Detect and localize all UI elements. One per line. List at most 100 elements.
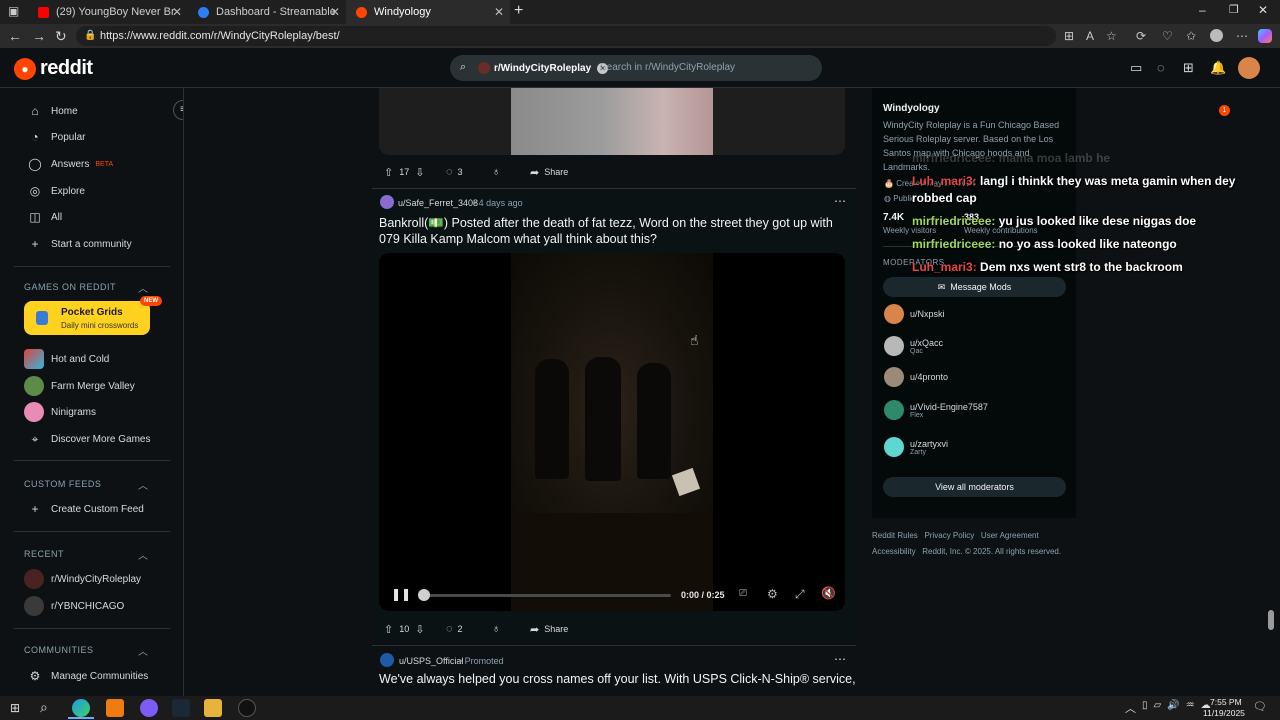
vlc-icon[interactable] xyxy=(106,699,124,717)
forward-icon[interactable]: → xyxy=(32,28,46,44)
sidebar-item-start-community[interactable]: + Start a community xyxy=(28,234,131,254)
share-button[interactable]: ➦ Share xyxy=(530,619,568,639)
windows-start-icon[interactable]: ⊞ xyxy=(10,701,20,715)
search-bar[interactable]: ⌕ r/WindyCityRoleplay ✕ Search in r/Wind… xyxy=(450,55,822,81)
moderator-item[interactable]: u/Nxpski xyxy=(884,302,945,326)
reddit-logo[interactable]: ● reddit xyxy=(14,57,93,80)
sidebar-item-answers[interactable]: ◯ Answers BETA xyxy=(28,154,113,174)
pause-icon[interactable]: ❚❚ xyxy=(391,587,411,601)
sidebar-item-popular[interactable]: ◔ Popular xyxy=(28,127,85,147)
sidebar-item-explore[interactable]: ◎ Explore xyxy=(28,181,85,201)
sidebar-item-all[interactable]: ◫ All xyxy=(28,207,62,227)
captions-icon[interactable]: ⎚ xyxy=(739,588,747,599)
favorite-star-icon[interactable]: ☆ xyxy=(1106,29,1117,43)
subreddit-filter-chip[interactable]: r/WindyCityRoleplay ✕ xyxy=(478,59,609,77)
app-available-icon[interactable]: ⊞ xyxy=(1064,29,1074,43)
comments-button[interactable]: ◌ 3 xyxy=(446,162,463,182)
game-ninigrams[interactable]: Ninigrams xyxy=(24,402,96,422)
chevron-up-icon[interactable]: ︿ xyxy=(138,477,148,492)
more-icon[interactable]: ⋯ xyxy=(1236,29,1248,43)
clock-date[interactable]: 11/19/2025 xyxy=(1203,708,1245,718)
messenger-icon[interactable] xyxy=(140,699,158,717)
sidebar-item-home[interactable]: ⌂ Home xyxy=(28,101,77,121)
mute-icon[interactable]: 🔇 xyxy=(821,586,836,600)
steam-icon[interactable] xyxy=(172,699,190,717)
video-player[interactable]: ❚❚ 0:00 / 0:25 ⎚ ⚙ ⤢ 🔇 xyxy=(379,253,845,611)
chevron-up-icon[interactable]: ︿ xyxy=(138,643,148,658)
search-icon[interactable]: ⌕ xyxy=(40,699,48,716)
moderator-item[interactable]: u/xQacc Qac xyxy=(884,334,943,358)
game-hot-and-cold[interactable]: Hot and Cold xyxy=(24,349,109,369)
address-bar[interactable]: 🔒 https://www.reddit.com/r/WindyCityRole… xyxy=(76,26,1056,46)
post-author[interactable]: u/USPS_Official xyxy=(399,656,463,666)
recent-windycityroleplay[interactable]: r/WindyCityRoleplay xyxy=(24,569,141,589)
close-window-icon[interactable]: ✕ xyxy=(1258,3,1268,17)
notification-icon[interactable]: 🔔 xyxy=(1210,60,1226,76)
back-icon[interactable]: ← xyxy=(8,28,22,44)
profile-icon[interactable] xyxy=(1210,29,1223,42)
ads-icon[interactable]: ▭ xyxy=(1130,60,1142,76)
footer-links-2[interactable]: Accessibility Reddit, Inc. © 2025. All r… xyxy=(872,547,1061,556)
view-all-moderators-button[interactable]: View all moderators xyxy=(883,477,1066,497)
extensions-icon[interactable]: ⟳ xyxy=(1136,29,1146,43)
create-custom-feed[interactable]: + Create Custom Feed xyxy=(28,499,143,519)
refresh-icon[interactable]: ↻ xyxy=(55,28,67,45)
site-info-icon[interactable]: 🔒 xyxy=(84,26,96,46)
settings-icon[interactable]: ⚙ xyxy=(767,587,778,601)
chevron-up-icon[interactable]: ︿ xyxy=(138,280,148,295)
award-button[interactable]: ♁ xyxy=(492,619,500,639)
post-title[interactable]: Bankroll(💵) Posted after the death of fa… xyxy=(379,215,849,247)
progress-bar[interactable] xyxy=(423,594,671,597)
new-tab-button[interactable]: + xyxy=(514,2,523,20)
award-button[interactable]: ♁ xyxy=(492,162,500,182)
copilot-icon[interactable] xyxy=(1258,29,1272,43)
post-author[interactable]: u/Safe_Ferret_3408 xyxy=(398,198,478,208)
discover-more-games[interactable]: ⌖ Discover More Games xyxy=(28,429,151,449)
close-icon[interactable]: ✕ xyxy=(172,5,182,19)
post-more-icon[interactable]: ⋯ xyxy=(834,194,846,208)
read-aloud-icon[interactable]: A xyxy=(1086,29,1094,43)
browser-essentials-icon[interactable]: ♡ xyxy=(1162,29,1173,43)
file-explorer-icon[interactable] xyxy=(204,699,222,717)
close-icon[interactable]: ✕ xyxy=(330,5,340,19)
close-icon[interactable]: ✕ xyxy=(494,5,504,19)
tray-chevron-icon[interactable]: ︿ xyxy=(1125,700,1136,716)
post-more-icon[interactable]: ⋯ xyxy=(834,652,846,666)
favorites-icon[interactable]: ✩ xyxy=(1186,29,1196,43)
tab-actions-icon[interactable]: ▣ xyxy=(8,4,19,18)
chevron-up-icon[interactable]: ︿ xyxy=(138,547,148,562)
downvote-icon[interactable]: ⇩ xyxy=(415,166,424,179)
pocket-grids-card[interactable]: Pocket Grids Daily mini crosswords xyxy=(24,301,150,335)
manage-communities[interactable]: ⚙ Manage Communities xyxy=(28,666,149,686)
upvote-icon[interactable]: ⇧ xyxy=(384,623,393,636)
game-farm-merge-valley[interactable]: Farm Merge Valley xyxy=(24,376,135,396)
tab-windyology[interactable]: Windyology ✕ xyxy=(346,0,510,24)
share-button[interactable]: ➦ Share xyxy=(530,162,568,182)
page-scrollbar[interactable] xyxy=(1268,610,1274,630)
upvote-icon[interactable]: ⇧ xyxy=(384,166,393,179)
clock-time[interactable]: 7:55 PM xyxy=(1210,697,1242,707)
chat-icon[interactable]: ◌ xyxy=(1157,60,1165,75)
comments-button[interactable]: ◌ 2 xyxy=(446,619,463,639)
create-post-icon[interactable]: ⊞ xyxy=(1183,60,1194,76)
moderator-item[interactable]: u/zartyxvi Zarty xyxy=(884,435,948,459)
edge-icon[interactable] xyxy=(72,699,90,717)
prev-post-media[interactable] xyxy=(379,88,845,155)
maximize-icon[interactable]: ❐ xyxy=(1229,3,1239,16)
usps-avatar[interactable] xyxy=(380,653,394,667)
author-avatar[interactable] xyxy=(380,195,394,209)
moderator-item[interactable]: u/Vivid-Engine7587 Flex xyxy=(884,398,988,422)
progress-knob[interactable] xyxy=(418,589,430,601)
footer-links-1[interactable]: Reddit Rules Privacy Policy User Agreeme… xyxy=(872,531,1039,540)
recent-ybnchicago[interactable]: r/YBNCHICAGO xyxy=(24,596,124,616)
notification-center-icon[interactable]: 🗨 xyxy=(1253,700,1267,713)
downvote-icon[interactable]: ⇩ xyxy=(415,623,424,636)
promoted-title[interactable]: We've always helped you cross names off … xyxy=(379,672,856,686)
collapse-sidebar-icon[interactable]: ≡ xyxy=(173,100,183,120)
message-mods-button[interactable]: ✉ Message Mods xyxy=(883,277,1066,297)
moderator-item[interactable]: u/4pronto xyxy=(884,365,948,389)
minimize-icon[interactable]: – xyxy=(1199,3,1206,17)
fullscreen-icon[interactable]: ⤢ xyxy=(795,587,805,602)
rockstar-icon[interactable] xyxy=(238,699,256,717)
user-avatar[interactable] xyxy=(1238,57,1260,79)
